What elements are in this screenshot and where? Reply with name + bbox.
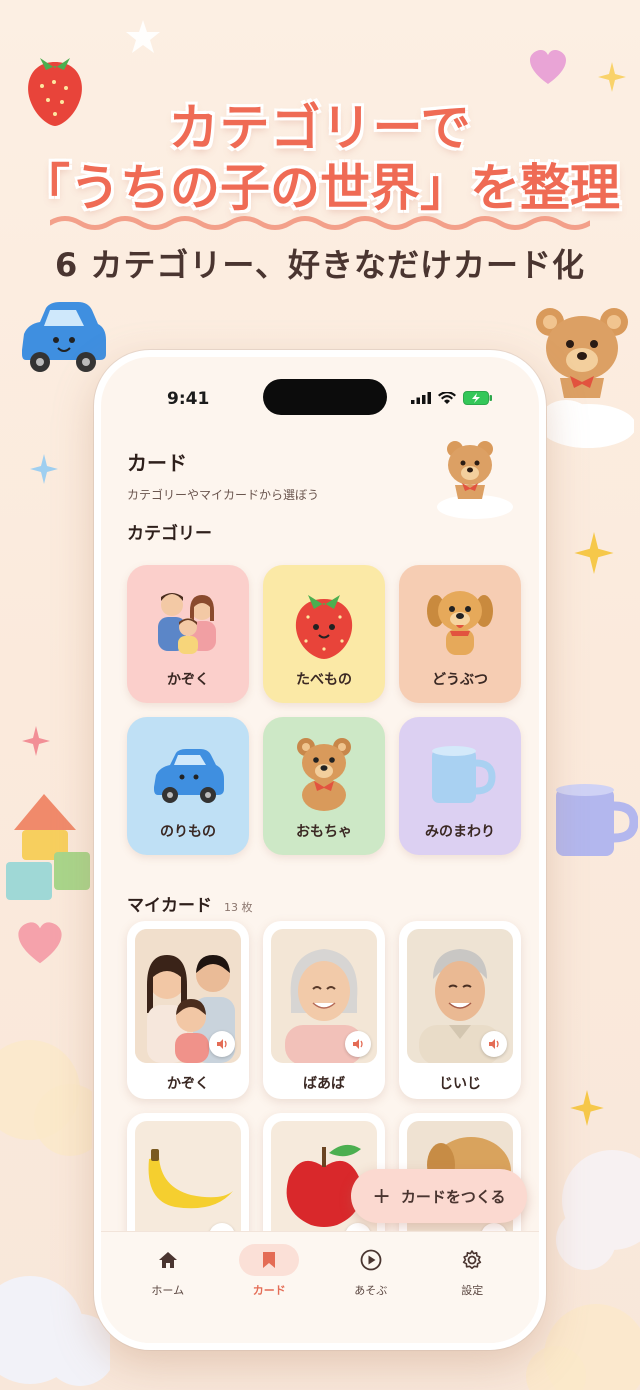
- star-decoration: [126, 20, 160, 53]
- speaker-icon[interactable]: [345, 1031, 371, 1057]
- cloud-decoration: [556, 1150, 640, 1270]
- tab-label: ホーム: [151, 1284, 185, 1297]
- wavy-underline: [50, 216, 590, 230]
- family-photo: [135, 929, 241, 1063]
- teddy-bear-icon: [297, 738, 351, 811]
- speaker-icon[interactable]: [481, 1031, 507, 1057]
- category-card-toys[interactable]: おもちゃ: [263, 717, 385, 855]
- mycards-count: 13 枚: [224, 901, 253, 914]
- heart-decoration: [18, 922, 62, 964]
- status-time: 9:41: [167, 389, 210, 409]
- heart-decoration: [530, 50, 566, 84]
- mycard-label: ばあば: [303, 1076, 345, 1092]
- sparkle-decoration: [574, 532, 614, 574]
- tab-label: 設定: [461, 1284, 484, 1297]
- category-label: のりもの: [160, 824, 216, 840]
- mycard-label: かぞく: [167, 1076, 209, 1092]
- mycard-grandpa[interactable]: じいじ: [399, 921, 521, 1099]
- mycards-header: マイカード 13 枚: [127, 891, 253, 916]
- category-card-family[interactable]: かぞく: [127, 565, 249, 703]
- create-card-label: カードをつくる: [400, 1187, 506, 1206]
- gear-icon: [442, 1244, 502, 1276]
- wifi-icon: [438, 391, 456, 404]
- dynamic-island: [263, 379, 387, 415]
- grandma-photo: [271, 929, 377, 1063]
- create-card-button[interactable]: + カードをつくる: [351, 1169, 527, 1223]
- tab-label: あそぶ: [354, 1284, 388, 1297]
- cards-screen: カード カテゴリーやマイカードから選ぼう カテゴリー かぞく たべもの どうぶつ…: [127, 441, 521, 1291]
- category-card-animals[interactable]: どうぶつ: [399, 565, 521, 703]
- category-card-vehicles[interactable]: のりもの: [127, 717, 249, 855]
- category-label: おもちゃ: [296, 824, 352, 840]
- signal-icon: [411, 392, 431, 404]
- sparkle-decoration: [30, 454, 58, 484]
- mycard-grandma[interactable]: ばあば: [263, 921, 385, 1099]
- tab-home[interactable]: ホーム: [128, 1244, 208, 1343]
- tab-play[interactable]: あそぶ: [331, 1244, 411, 1343]
- car-decoration: [22, 302, 106, 372]
- category-grid: かぞく たべもの どうぶつ のりもの おもちゃ みのまわり: [127, 565, 521, 855]
- speaker-icon[interactable]: [209, 1031, 235, 1057]
- sparkle-decoration: [570, 1090, 604, 1126]
- status-bar: 9:41: [101, 357, 539, 437]
- bookmark-icon: [239, 1244, 300, 1276]
- mycards-heading: マイカード: [127, 896, 212, 916]
- promo-title-line2: 「うちの子の世界」を整理: [20, 159, 620, 217]
- tab-bar: ホーム カード あそぶ 設定: [101, 1231, 539, 1343]
- category-label: かぞく: [167, 672, 209, 688]
- tab-label: カード: [252, 1284, 286, 1297]
- phone-frame: 9:41 カード カテゴリーやマイカードから選ぼう カテゴリー かぞく たべもの…: [94, 350, 546, 1350]
- mycard-label: じいじ: [439, 1076, 481, 1092]
- cloud-decoration: [0, 1040, 92, 1156]
- category-card-household[interactable]: みのまわり: [399, 717, 521, 855]
- home-icon: [138, 1244, 198, 1276]
- tab-cards[interactable]: カード: [229, 1244, 309, 1343]
- battery-icon: [463, 391, 492, 405]
- teddy-bear-mascot-icon: [437, 441, 513, 519]
- category-label: たべもの: [296, 672, 352, 688]
- grandpa-photo: [407, 929, 513, 1063]
- category-heading: カテゴリー: [127, 524, 212, 544]
- plus-icon: +: [372, 1183, 391, 1209]
- strawberry-icon: [295, 595, 353, 659]
- toy-blocks-decoration: [6, 794, 90, 900]
- mug-decoration: [556, 784, 638, 856]
- category-card-food[interactable]: たべもの: [263, 565, 385, 703]
- play-icon: [341, 1244, 401, 1276]
- mug-icon: [432, 746, 496, 803]
- status-icons: [411, 391, 493, 405]
- category-label: どうぶつ: [432, 672, 488, 688]
- family-icon: [158, 593, 216, 654]
- car-icon: [154, 749, 224, 803]
- tab-settings[interactable]: 設定: [432, 1244, 512, 1343]
- sparkle-decoration: [22, 726, 50, 756]
- category-label: みのまわり: [425, 824, 495, 840]
- promo-subtitle: 6 カテゴリー、好きなだけカード化: [54, 246, 586, 284]
- puppy-icon: [427, 591, 493, 655]
- mycard-family[interactable]: かぞく: [127, 921, 249, 1099]
